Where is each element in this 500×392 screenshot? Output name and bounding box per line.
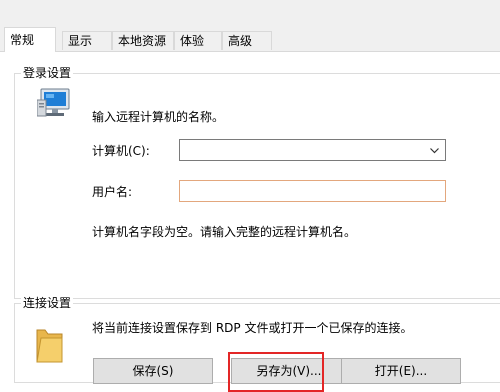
tab-advanced[interactable]: 高级 <box>222 31 272 50</box>
tab-panel-general: 登录设置 输入远程计算机的名称。 计算机(C): 用户名: 计算机名字段为空。请… <box>0 51 500 392</box>
tab-strip: 常规 显示 本地资源 体验 高级 <box>0 0 500 52</box>
save-button[interactable]: 保存(S) <box>93 358 213 384</box>
tab-display[interactable]: 显示 <box>62 31 112 50</box>
login-settings-title: 登录设置 <box>21 65 74 81</box>
username-field[interactable] <box>179 180 446 202</box>
empty-computer-warning: 计算机名字段为空。请输入完整的远程计算机名。 <box>92 225 357 239</box>
chevron-down-icon[interactable] <box>430 144 439 157</box>
tab-experience[interactable]: 体验 <box>174 31 222 50</box>
tab-general[interactable]: 常规 <box>4 27 56 52</box>
open-button[interactable]: 打开(E)... <box>341 358 461 384</box>
computer-monitor-icon <box>37 88 70 117</box>
save-as-highlight-box <box>228 352 324 392</box>
login-prompt: 输入远程计算机的名称。 <box>92 110 225 124</box>
tab-local-resources[interactable]: 本地资源 <box>112 31 174 50</box>
computer-label: 计算机(C): <box>92 144 150 158</box>
connection-description: 将当前连接设置保存到 RDP 文件或打开一个已保存的连接。 <box>92 321 413 335</box>
computer-combobox[interactable] <box>179 139 446 161</box>
folder-icon <box>36 329 63 363</box>
connection-settings-group: 连接设置 将当前连接设置保存到 RDP 文件或打开一个已保存的连接。 保存(S)… <box>14 295 500 392</box>
connection-settings-title: 连接设置 <box>21 295 74 311</box>
login-settings-group: 登录设置 输入远程计算机的名称。 计算机(C): 用户名: 计算机名字段为空。请… <box>14 65 500 299</box>
username-label: 用户名: <box>92 185 133 199</box>
